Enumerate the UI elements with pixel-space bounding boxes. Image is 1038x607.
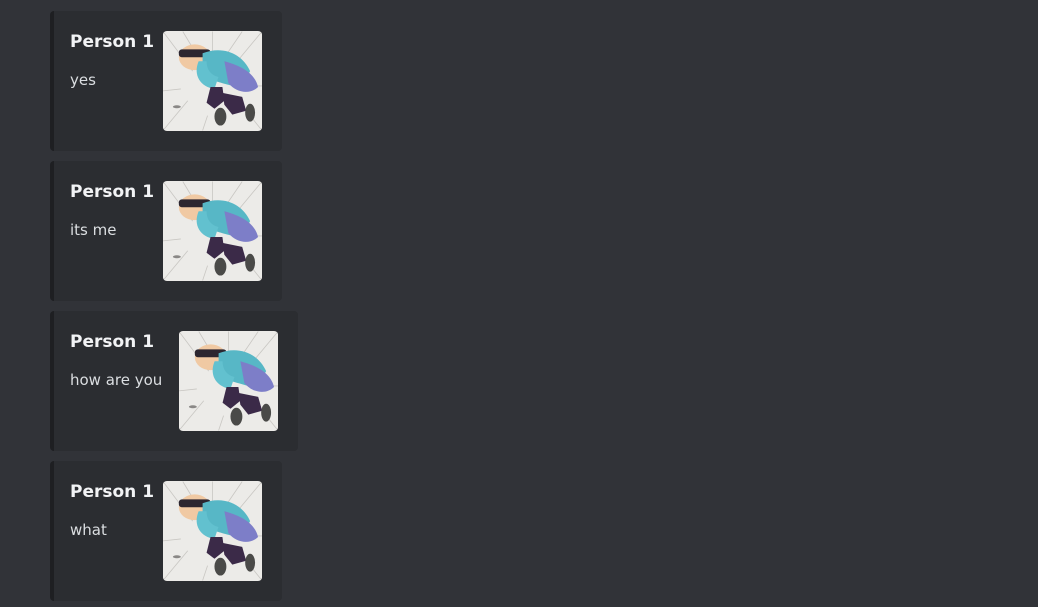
- embed-thumbnail-image[interactable]: [163, 31, 262, 131]
- embed-author: Person 1: [70, 482, 155, 502]
- embed-author: Person 1: [70, 182, 155, 202]
- message-embed: Person 1 yes: [50, 11, 282, 151]
- embed-author: Person 1: [70, 32, 155, 52]
- embed-message-text: how are you: [70, 371, 163, 389]
- sleeping-anime-girl-image: [163, 181, 262, 281]
- embed-message-text: its me: [70, 221, 117, 239]
- embed-thumbnail-image[interactable]: [163, 181, 262, 281]
- sleeping-anime-girl-image: [163, 481, 262, 581]
- embed-message-text: yes: [70, 71, 96, 89]
- sleeping-anime-girl-image: [163, 31, 262, 131]
- message-feed: Person 1 yes Person 1 its me Person 1 ho…: [0, 0, 1038, 607]
- message-embed: Person 1 what: [50, 461, 282, 601]
- embed-author: Person 1: [70, 332, 155, 352]
- embed-message-text: what: [70, 521, 107, 539]
- embed-thumbnail-image[interactable]: [179, 331, 278, 431]
- message-embed: Person 1 how are you: [50, 311, 298, 451]
- message-embed: Person 1 its me: [50, 161, 282, 301]
- embed-thumbnail-image[interactable]: [163, 481, 262, 581]
- sleeping-anime-girl-image: [179, 331, 278, 431]
